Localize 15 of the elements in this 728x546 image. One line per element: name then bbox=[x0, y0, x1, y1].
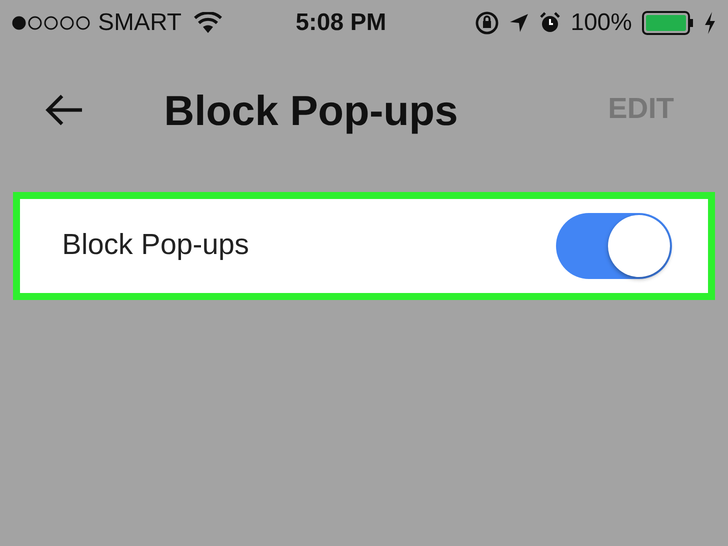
back-arrow-icon bbox=[44, 94, 84, 126]
carrier-name: SMART bbox=[98, 8, 182, 38]
setting-label: Block Pop-ups bbox=[62, 228, 249, 264]
signal-icon bbox=[12, 16, 90, 30]
toggle-knob bbox=[608, 215, 670, 277]
battery-icon bbox=[642, 11, 694, 35]
location-arrow-icon bbox=[508, 13, 529, 33]
rotation-lock-icon bbox=[474, 11, 499, 35]
clock-time: 5:08 PM bbox=[296, 8, 386, 38]
wifi-icon bbox=[194, 12, 222, 34]
toggle-switch[interactable] bbox=[556, 213, 672, 279]
charging-bolt-icon bbox=[704, 12, 716, 34]
battery-percent: 100% bbox=[570, 8, 632, 38]
page-title: Block Pop-ups bbox=[164, 86, 458, 136]
alarm-clock-icon bbox=[538, 12, 561, 34]
